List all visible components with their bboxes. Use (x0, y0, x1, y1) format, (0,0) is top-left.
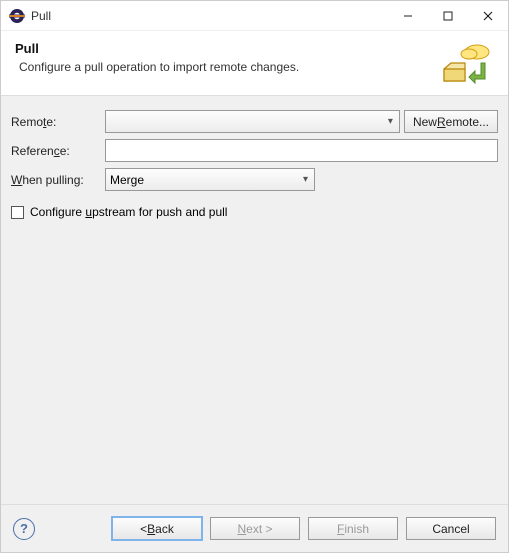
chevron-down-icon: ▾ (303, 174, 308, 185)
configure-upstream-label: Configure upstream for push and pull (30, 205, 227, 219)
when-pulling-label: When pulling: (11, 173, 101, 187)
cancel-button[interactable]: Cancel (406, 517, 496, 540)
new-remote-button[interactable]: New Remote... (404, 110, 498, 133)
remote-label: Remote: (11, 115, 101, 129)
page-description: Configure a pull operation to import rem… (15, 60, 438, 74)
close-button[interactable] (468, 1, 508, 31)
chevron-down-icon: ▾ (388, 116, 393, 127)
when-pulling-value: Merge (110, 173, 144, 187)
pull-wizard-icon (438, 41, 494, 85)
reference-input[interactable] (105, 139, 498, 162)
configure-upstream-checkbox[interactable] (11, 206, 24, 219)
remote-select[interactable]: ▾ (105, 110, 400, 133)
finish-button[interactable]: Finish (308, 517, 398, 540)
page-title: Pull (15, 41, 438, 56)
dialog-content: Remote: ▾ New Remote... Reference: When … (1, 96, 508, 504)
dialog-footer: ? < Back Next > Finish Cancel (1, 504, 508, 552)
app-icon (9, 8, 25, 24)
window-title: Pull (31, 9, 388, 23)
reference-label: Reference: (11, 144, 101, 158)
next-button[interactable]: Next > (210, 517, 300, 540)
help-icon[interactable]: ? (13, 518, 35, 540)
dialog-header: Pull Configure a pull operation to impor… (1, 31, 508, 96)
when-pulling-select[interactable]: Merge ▾ (105, 168, 315, 191)
back-button[interactable]: < Back (112, 517, 202, 540)
maximize-button[interactable] (428, 1, 468, 31)
minimize-button[interactable] (388, 1, 428, 31)
titlebar: Pull (1, 1, 508, 31)
